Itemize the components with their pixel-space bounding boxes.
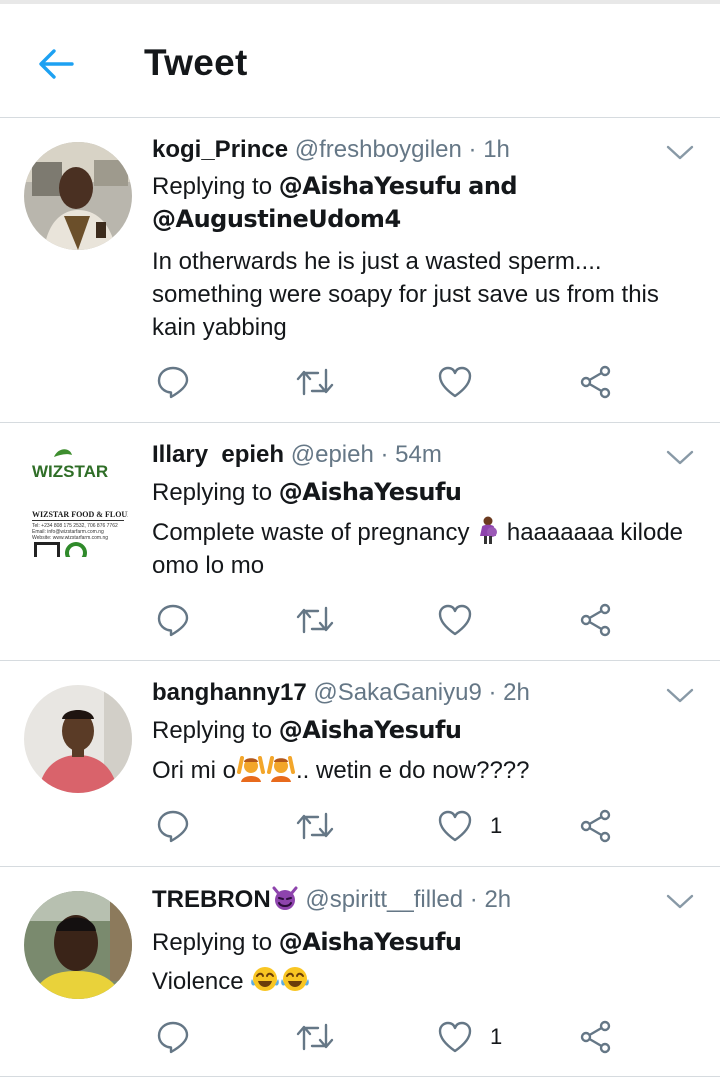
username[interactable]: @freshboygilen [295,136,462,163]
avatar[interactable] [24,891,132,999]
tweet-card[interactable]: TREBRON @spiritt__filled · 2h Replying t… [0,867,720,1077]
like-count: 1 [490,1024,503,1049]
share-icon [580,809,611,843]
tweet-card[interactable]: kogi_Prince @freshboygilen · 1h Replying… [0,118,720,423]
back-button[interactable] [32,40,80,88]
tweet-card[interactable]: banghanny17 @SakaGaniyu9 · 2h Replying t… [0,661,720,867]
tweet-actions: 1 [152,806,622,846]
replying-to: Replying to @AishaYesufu [152,928,462,956]
like-button[interactable] [438,362,490,402]
retweet-icon [296,368,334,396]
avatar[interactable]: WIZSTAR WIZSTAR FOOD & FLOUR Tel: +234 8… [28,445,128,557]
like-button[interactable]: 1 [438,1017,502,1057]
tweet-actions [152,600,622,640]
mention-link[interactable]: @AishaYesufu [279,172,462,200]
retweet-button[interactable] [296,600,334,640]
retweet-icon [296,606,334,634]
retweet-icon [296,1023,334,1051]
retweet-icon [296,812,334,840]
like-icon [438,366,472,398]
mention-link[interactable]: @AishaYesufu [279,928,462,956]
arrow-left-icon [39,49,74,79]
tweet-text: Complete waste of pregnancy haaaaaaa kil… [152,516,697,582]
avatar[interactable] [24,142,132,250]
tweet-header: banghanny17 @SakaGaniyu9 · 2h [152,679,530,707]
username[interactable]: @epieh [291,441,374,468]
like-icon [438,1021,472,1053]
chevron-down-icon[interactable] [664,140,696,164]
replying-to: Replying to @AishaYesufu [152,716,462,744]
timestamp[interactable]: · 1h [469,136,510,163]
display-name[interactable]: TREBRON [152,886,271,913]
reply-icon [157,366,189,399]
reply-button[interactable] [156,1017,190,1057]
display-name[interactable]: banghanny17 [152,679,307,706]
mention-joiner: and [468,172,518,200]
reply-button[interactable] [156,362,190,402]
timestamp[interactable]: · 2h [489,679,530,706]
tweet-actions [152,362,622,402]
tweet-card[interactable]: WIZSTAR WIZSTAR FOOD & FLOUR Tel: +234 8… [0,423,720,661]
share-icon [580,1020,611,1054]
chevron-down-icon[interactable] [664,445,696,469]
reply-button[interactable] [156,600,190,640]
like-icon [438,604,472,636]
logo-wordmark: WIZSTAR [32,462,108,481]
tweet-actions: 1 [152,1017,622,1057]
share-button[interactable] [579,362,613,402]
svg-text:WIZSTAR FOOD & FLOUR: WIZSTAR FOOD & FLOUR [32,510,128,519]
share-button[interactable] [579,806,613,846]
page-title: Tweet [144,42,248,83]
share-icon [580,365,611,399]
timestamp[interactable]: · 2h [470,886,511,913]
reply-icon [157,604,189,637]
username[interactable]: @spiritt__filled [305,886,463,913]
reply-icon [157,1021,189,1054]
retweet-button[interactable] [296,1017,334,1057]
replying-to: Replying to @AishaYesufu [152,478,462,506]
mention-link[interactable]: @AishaYesufu [279,716,462,744]
tweet-header: kogi_Prince @freshboygilen · 1h [152,136,510,164]
chevron-down-icon[interactable] [664,889,696,913]
reply-button[interactable] [156,806,190,846]
like-count: 1 [490,813,503,838]
tweet-header: Illary epieh @epieh · 54m [152,441,442,469]
retweet-button[interactable] [296,362,334,402]
tweet-text: In otherwards he is just a wasted sperm.… [152,248,659,341]
mention-link[interactable]: @AishaYesufu [279,478,462,506]
retweet-button[interactable] [296,806,334,846]
mention-link[interactable]: @AugustineUdom4 [152,205,401,233]
person-gesturing-ok-emoji [237,756,265,782]
app-header: Tweet [0,4,720,118]
display-name[interactable]: kogi_Prince [152,136,288,163]
smiling-devil-emoji [272,886,298,910]
replying-to: Replying to @AishaYesufu and @AugustineU… [152,172,518,233]
share-icon [580,603,611,637]
share-button[interactable] [579,1017,613,1057]
display-name[interactable]: Illary epieh [152,441,284,468]
svg-text:Website: www.wizstarfarm.com.n: Website: www.wizstarfarm.com.ng [32,535,108,541]
tears-of-joy-emoji [281,967,310,991]
tweet-text: Ori mi o.. wetin e do now???? [152,754,697,787]
timestamp[interactable]: · 54m [381,441,442,468]
share-button[interactable] [579,600,613,640]
pregnant-woman-emoji [480,516,498,544]
avatar[interactable] [24,685,132,793]
username[interactable]: @SakaGaniyu9 [313,679,481,706]
tweet-text: Violence [152,965,697,998]
like-icon [438,810,472,842]
like-button[interactable]: 1 [438,806,502,846]
chevron-down-icon[interactable] [664,683,696,707]
tears-of-joy-emoji [251,967,280,991]
person-gesturing-ok-emoji [267,756,295,782]
like-button[interactable] [438,600,490,640]
reply-icon [157,810,189,843]
tweet-header: TREBRON @spiritt__filled · 2h [152,885,511,914]
